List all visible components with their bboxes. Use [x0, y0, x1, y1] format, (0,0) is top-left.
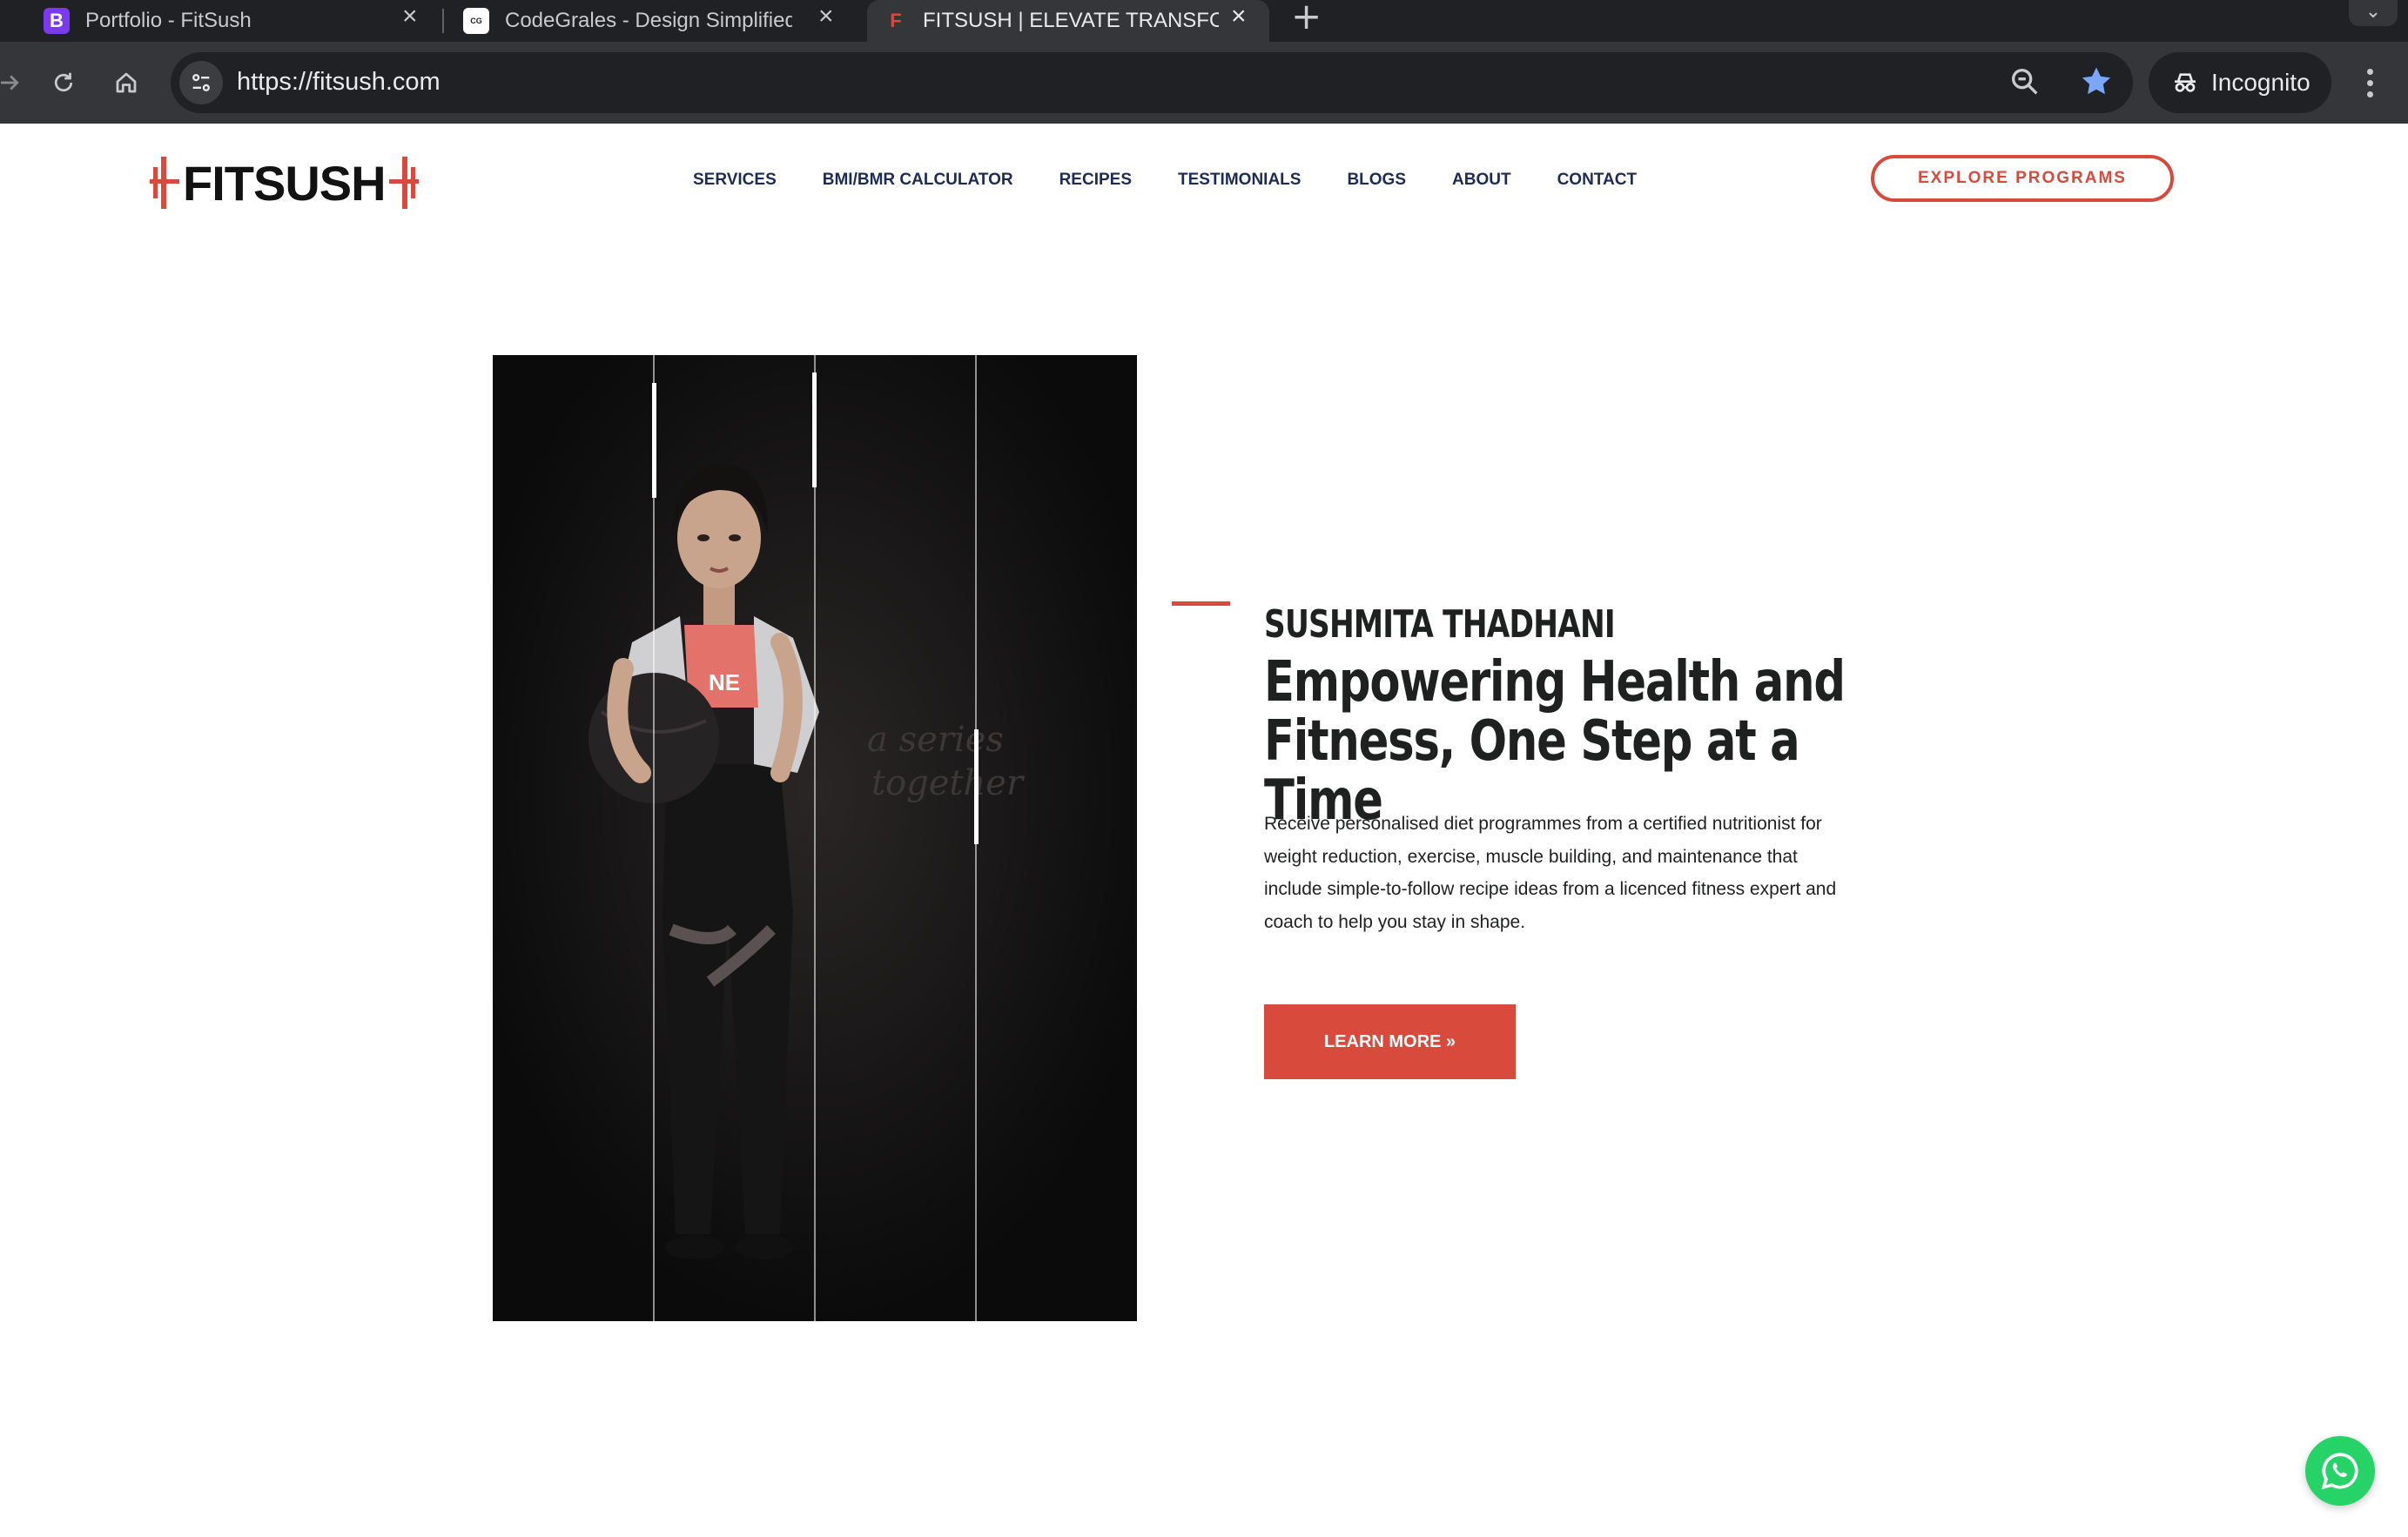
incognito-indicator[interactable]: Incognito: [2149, 52, 2331, 113]
fitsush-favicon-icon: F: [890, 10, 902, 31]
incognito-icon: [2175, 73, 2196, 92]
address-bar[interactable]: https://fitsush.com: [171, 52, 2133, 113]
browser-tab-fitsush[interactable]: F FITSUSH | ELEVATE TRANSFORM ×: [867, 0, 1269, 42]
browser-tab-portfolio[interactable]: B Portfolio - FitSush ×: [44, 0, 435, 42]
browser-toolbar: https://fitsush.com Incognito: [0, 42, 2408, 124]
new-tab-button[interactable]: +: [1291, 0, 1322, 37]
dumbbell-right-icon: [388, 157, 419, 209]
tab-separator: [442, 9, 444, 33]
learn-more-button[interactable]: LEARN MORE »: [1264, 1004, 1516, 1079]
nav-services[interactable]: SERVICES: [693, 171, 777, 190]
explore-programs-button[interactable]: EXPLORE PROGRAMS: [1871, 155, 2174, 202]
nav-blogs[interactable]: BLOGS: [1347, 171, 1406, 190]
nav-about[interactable]: ABOUT: [1452, 171, 1511, 190]
incognito-label: Incognito: [2211, 69, 2310, 96]
photo-line-marker: [812, 373, 817, 487]
nav-bmi-bmr-calculator[interactable]: BMI/BMR CALCULATOR: [823, 171, 1013, 190]
whatsapp-chat-button[interactable]: [2305, 1436, 2375, 1506]
tab-title: Portfolio - FitSush: [85, 9, 252, 32]
fitsush-logo[interactable]: FITSUSH: [150, 151, 419, 214]
browser-tab-strip: B Portfolio - FitSush × CG CodeGrales - …: [0, 0, 2408, 42]
close-tab-icon[interactable]: ×: [402, 2, 418, 31]
photo-line-marker: [974, 729, 979, 844]
dumbbell-left-icon: [150, 157, 179, 209]
hero-title-line-1: Empowering Health and: [1264, 650, 1846, 715]
browser-menu-icon[interactable]: [2352, 61, 2387, 104]
home-icon[interactable]: [104, 61, 148, 104]
hero-title: Empowering Health and Fitness, One Step …: [1264, 653, 1891, 830]
tab-search-button[interactable]: ⌄: [2349, 0, 2398, 26]
nav-recipes[interactable]: RECIPES: [1059, 171, 1132, 190]
whatsapp-icon: [2321, 1453, 2358, 1490]
url-text: https://fitsush.com: [237, 68, 441, 96]
site-settings-icon[interactable]: [179, 61, 223, 104]
nav-contact[interactable]: CONTACT: [1557, 171, 1637, 190]
svg-text:a series: a series: [867, 720, 1004, 760]
reload-icon[interactable]: [42, 61, 85, 104]
hero-photo: a series together NE: [493, 355, 1137, 1321]
photo-divider-line: [814, 355, 816, 1321]
accent-line: [1172, 601, 1230, 606]
hero-name: SUSHMITA THADHANI: [1264, 602, 1616, 647]
logo-text: FITSUSH: [183, 155, 387, 211]
tab-title: CodeGrales - Design Simplified: [505, 9, 792, 32]
main-navigation: SERVICES BMI/BMR CALCULATOR RECIPES TEST…: [693, 171, 1637, 190]
photo-divider-line: [653, 355, 655, 1321]
photo-line-marker: [652, 383, 656, 498]
svg-text:NE: NE: [709, 669, 740, 695]
zoom-icon[interactable]: [2008, 64, 2042, 104]
tab-title: FITSUSH | ELEVATE TRANSFORM: [923, 9, 1219, 32]
browser-tab-codegrales[interactable]: CG CodeGrales - Design Simplified ×: [463, 0, 855, 42]
bookmark-star-icon[interactable]: [2077, 63, 2115, 105]
close-tab-icon[interactable]: ×: [818, 2, 834, 31]
nav-testimonials[interactable]: TESTIMONIALS: [1178, 171, 1301, 190]
bootstrap-favicon-icon: B: [44, 8, 70, 34]
hero-description: Receive personalised diet programmes fro…: [1264, 814, 1837, 932]
close-tab-icon[interactable]: ×: [1231, 2, 1247, 31]
codegrales-favicon-icon: CG: [463, 8, 489, 34]
forward-arrow-icon[interactable]: [0, 61, 31, 104]
svg-text:together: together: [871, 763, 1026, 803]
